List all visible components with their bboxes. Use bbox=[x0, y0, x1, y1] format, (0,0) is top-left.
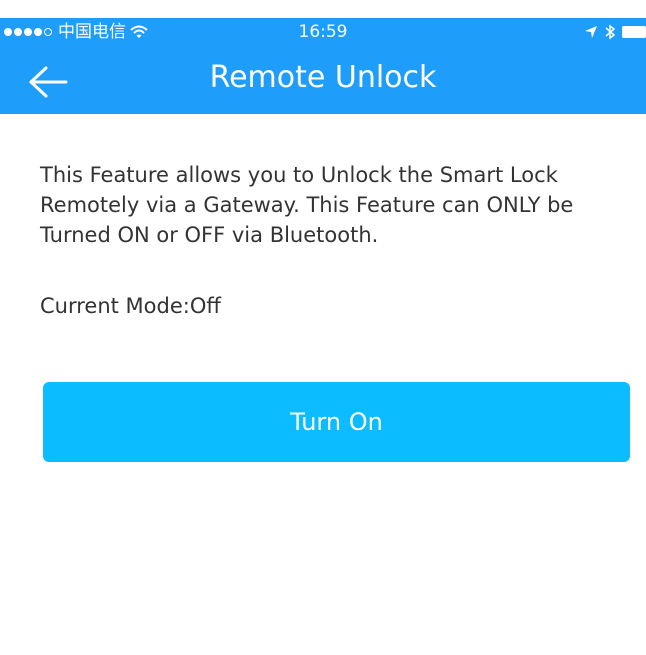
status-time: 16:59 bbox=[298, 22, 348, 42]
current-mode: Current Mode:Off bbox=[40, 291, 221, 321]
location-arrow-icon bbox=[585, 26, 597, 38]
page-title: Remote Unlock bbox=[209, 60, 437, 95]
bluetooth-icon bbox=[605, 24, 616, 40]
current-mode-value: Off bbox=[189, 294, 221, 318]
feature-description: This Feature allows you to Unlock the Sm… bbox=[40, 163, 574, 247]
battery-icon bbox=[622, 26, 646, 38]
current-mode-label: Current Mode: bbox=[40, 294, 190, 318]
turn-on-button[interactable]: Turn On bbox=[43, 382, 630, 462]
nav-bar: Remote Unlock bbox=[0, 46, 646, 114]
status-bar: 中国电信 16:59 bbox=[0, 18, 646, 46]
top-frame bbox=[0, 0, 646, 18]
status-right bbox=[584, 18, 646, 46]
app-header: 中国电信 16:59 Remote Unlock bbox=[0, 18, 646, 114]
